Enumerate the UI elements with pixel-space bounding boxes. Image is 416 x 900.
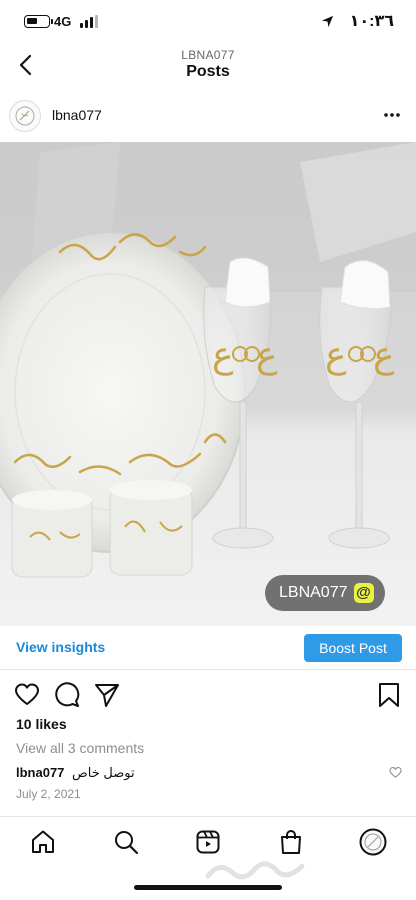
boost-post-button[interactable]: Boost Post — [304, 634, 402, 662]
caption-username[interactable]: lbna077 — [16, 765, 64, 780]
home-icon — [32, 830, 54, 853]
svg-text:ع: ع — [373, 335, 395, 376]
nav-home[interactable] — [28, 827, 58, 857]
svg-text:ع: ع — [212, 335, 234, 376]
caption-text: توصل خاص — [72, 765, 135, 780]
more-options-button[interactable] — [382, 106, 402, 126]
watermark-badge: LBNA077 @ — [265, 575, 385, 611]
status-bar: 4G ١٠:٣٦ — [0, 0, 416, 44]
home-indicator — [134, 885, 282, 890]
watermark-at-icon: @ — [353, 583, 374, 603]
avatar[interactable] — [9, 100, 41, 132]
watermark-text: LBNA077 — [279, 584, 348, 601]
search-icon — [115, 831, 139, 855]
view-insights-link[interactable]: View insights — [16, 639, 105, 655]
heart-icon[interactable] — [14, 682, 40, 708]
signal-icon — [80, 15, 98, 28]
post-actions — [0, 680, 416, 708]
avatar-logo-icon — [15, 106, 35, 126]
page-title: Posts — [186, 63, 230, 80]
post-username[interactable]: lbna077 — [52, 107, 102, 123]
share-icon[interactable] — [94, 682, 120, 708]
profile-icon — [359, 828, 387, 856]
page-header: LBNA077 Posts — [0, 44, 416, 90]
comment-icon[interactable] — [54, 682, 80, 708]
status-time: ١٠:٣٦ — [349, 13, 394, 30]
post-photo: ع ع ع ع — [0, 142, 416, 626]
post-header: lbna077 — [0, 96, 416, 136]
bookmark-icon[interactable] — [376, 682, 402, 708]
likes-count[interactable]: 10 likes — [16, 716, 67, 732]
view-comments-link[interactable]: View all 3 comments — [16, 740, 144, 756]
location-arrow-icon — [321, 15, 334, 28]
nav-profile[interactable] — [358, 827, 388, 857]
caption-heart-icon[interactable] — [389, 766, 402, 779]
more-horizontal-icon — [384, 113, 400, 117]
haraj-watermark-icon — [205, 861, 305, 880]
battery-icon — [24, 15, 53, 28]
svg-text:ع: ع — [325, 335, 347, 376]
nav-search[interactable] — [111, 827, 141, 857]
post-caption: lbna077 توصل خاص — [16, 765, 135, 781]
svg-text:ع: ع — [256, 335, 278, 376]
insights-bar: View insights Boost Post — [0, 626, 416, 670]
header-subtitle: LBNA077 — [181, 48, 235, 62]
post-image[interactable]: ع ع ع ع — [0, 142, 416, 626]
network-label: 4G — [54, 14, 72, 29]
post-date: July 2, 2021 — [16, 787, 81, 801]
